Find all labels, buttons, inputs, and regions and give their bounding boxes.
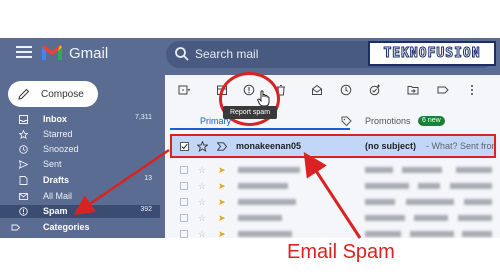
add-task-button[interactable] — [369, 83, 381, 96]
more-icon — [471, 85, 473, 95]
tab-primary-indicator — [170, 128, 350, 130]
sidebar-item-count: 13 — [144, 175, 152, 182]
label-button[interactable] — [437, 83, 449, 95]
tag-icon — [341, 116, 352, 127]
draft-icon — [19, 176, 28, 185]
star-icon — [19, 130, 28, 139]
spam-icon — [19, 207, 28, 216]
sidebar-item-snoozed[interactable]: Snoozed — [0, 143, 160, 156]
compose-button[interactable]: Compose — [8, 81, 98, 107]
sidebar-item-inbox[interactable]: Inbox 7,311 — [0, 113, 160, 126]
main-menu-button[interactable] — [16, 46, 32, 58]
email-sender: monakeenan05 — [236, 141, 302, 151]
label-icon — [11, 224, 20, 231]
tab-primary[interactable]: Primary — [200, 116, 231, 126]
sidebar-item-spam[interactable]: Spam 392 — [0, 205, 160, 218]
move-to-button[interactable] — [407, 83, 419, 95]
pencil-icon — [18, 88, 30, 100]
sidebar-item-count: 392 — [140, 206, 152, 213]
mark-read-icon — [312, 84, 322, 95]
list-item[interactable]: ☆ ➤ — [170, 194, 496, 210]
mark-read-button[interactable] — [311, 83, 323, 95]
sidebar-item-label: Drafts — [43, 175, 70, 185]
sidebar-item-all-mail[interactable]: All Mail — [0, 190, 160, 203]
hand-cursor-icon — [257, 90, 270, 107]
brand-watermark: TEKNOFUSION — [368, 41, 496, 66]
send-icon — [19, 160, 28, 169]
tab-promotions[interactable]: Promotions — [365, 116, 411, 126]
sidebar-item-sent[interactable]: Sent — [0, 158, 160, 171]
email-subject: (no subject) — [365, 141, 416, 151]
promotions-new-badge: 6 new — [418, 116, 445, 126]
label-icon — [437, 86, 449, 94]
sidebar-item-label: Sent — [43, 159, 62, 169]
inbox-icon — [19, 115, 28, 124]
sidebar-item-label: Categories — [43, 222, 90, 232]
app-title: Gmail — [69, 45, 109, 62]
more-button[interactable] — [466, 83, 478, 95]
checkmark-icon — [181, 143, 188, 150]
list-item[interactable]: ☆ ➤ — [170, 210, 496, 226]
list-item[interactable]: ☆ ➤ — [170, 226, 496, 242]
list-item[interactable]: ☆ ➤ — [170, 162, 496, 178]
snooze-button[interactable] — [340, 83, 352, 96]
compose-label: Compose — [41, 88, 84, 100]
all-mail-icon — [19, 193, 28, 200]
brand-watermark-text: TEKNOFUSION — [383, 46, 481, 62]
sidebar-item-label: Snoozed — [43, 144, 79, 154]
sidebar-item-label: Spam — [43, 206, 68, 216]
search-icon[interactable] — [174, 46, 190, 62]
gmail-logo-icon — [42, 45, 62, 60]
sidebar-item-label: Inbox — [43, 114, 67, 124]
search-placeholder: Search mail — [195, 47, 259, 61]
sidebar-item-drafts[interactable]: Drafts 13 — [0, 174, 160, 187]
row-checkbox[interactable] — [180, 142, 189, 151]
sidebar-item-label: Starred — [43, 129, 73, 139]
importance-icon[interactable] — [217, 142, 227, 151]
move-to-icon — [407, 86, 419, 95]
sidebar-item-categories[interactable]: Categories — [0, 221, 160, 234]
screenshot: Gmail Search mail TEKNOFUSION Compose In… — [0, 0, 500, 275]
select-all-checkbox[interactable] — [178, 83, 191, 95]
clock-icon — [19, 145, 28, 154]
add-task-icon — [369, 84, 380, 96]
snooze-icon — [340, 84, 352, 96]
sidebar-item-label: All Mail — [43, 191, 73, 201]
star-icon[interactable] — [197, 141, 208, 152]
annotation-label: Email Spam — [287, 241, 395, 263]
email-snippet: - What? Sent from — [426, 141, 494, 151]
sidebar-item-count: 7,311 — [135, 114, 152, 121]
list-item[interactable]: ☆ ➤ — [170, 178, 496, 194]
sidebar-item-starred[interactable]: Starred — [0, 128, 160, 141]
select-all-icon — [178, 85, 191, 95]
report-spam-tooltip: Report spam — [223, 106, 277, 119]
